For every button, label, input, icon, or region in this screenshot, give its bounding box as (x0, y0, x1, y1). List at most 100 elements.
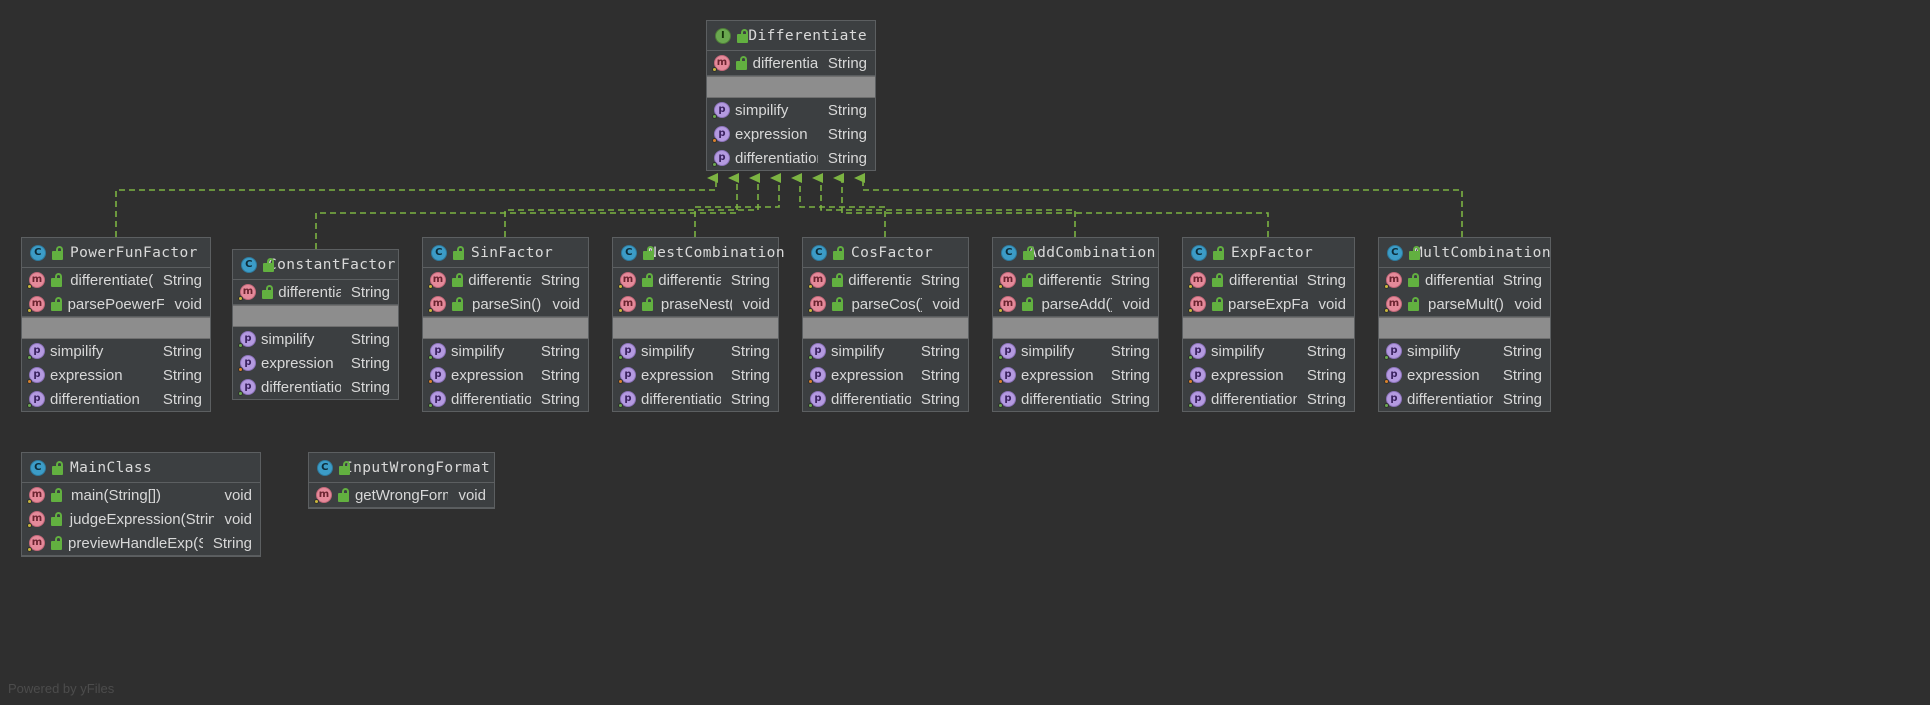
visibility-dot (618, 355, 623, 360)
node-title-mainclass[interactable]: C MainClass (22, 453, 260, 483)
method-row[interactable]: m previewHandleExp(String) String (22, 531, 260, 555)
field-row[interactable]: p expression String (803, 363, 968, 387)
uml-node-sinfactor[interactable]: C SinFactor m differentiate() String m parseSi… (422, 237, 589, 412)
field-row[interactable]: p expression String (1379, 363, 1550, 387)
method-name: parseExpFactor() (1228, 295, 1309, 313)
method-row[interactable]: m differentiate() String (803, 268, 968, 292)
field-row[interactable]: p differentiation String (1183, 387, 1354, 411)
field-row[interactable]: p simpilify String (423, 339, 588, 363)
visibility-dot (712, 162, 717, 167)
field-row[interactable]: p differentiation String (423, 387, 588, 411)
method-return-type: String (212, 534, 252, 552)
field-name: differentiation (261, 378, 341, 396)
method-name: differentiate() (658, 271, 721, 289)
field-row[interactable]: p differentiation String (1379, 387, 1550, 411)
class-icon: C (1191, 244, 1207, 261)
method-row[interactable]: m differentiate() String (423, 268, 588, 292)
method-return-type: void (224, 510, 252, 528)
field-row[interactable]: p differentiation String (993, 387, 1158, 411)
field-name: expression (451, 366, 524, 384)
method-row[interactable]: m differentiate() String (22, 268, 210, 292)
field-row[interactable]: p expression String (707, 122, 875, 146)
method-row[interactable]: m parseMult() void (1379, 292, 1550, 316)
method-row[interactable]: m differentiate() String (707, 51, 875, 75)
field-row[interactable]: p differentiation String (803, 387, 968, 411)
field-row[interactable]: p simpilify String (1183, 339, 1354, 363)
method-name: parseMult() (1428, 295, 1504, 313)
field-row[interactable]: p simpilify String (803, 339, 968, 363)
node-name-label: NestCombination (648, 244, 785, 261)
uml-node-addcombination[interactable]: C AddCombination m differentiate() String m pa… (992, 237, 1159, 412)
method-row[interactable]: m main(String[]) void (22, 483, 260, 507)
uml-node-expfactor[interactable]: C ExpFactor m differentiate() String m parseEx… (1182, 237, 1355, 412)
method-row[interactable]: m differentiate() String (1183, 268, 1354, 292)
field-icon: p (238, 331, 256, 348)
method-name: parseAdd() (1041, 295, 1113, 313)
method-row[interactable]: m differentiate() String (233, 280, 398, 304)
uml-node-powerfunfactor[interactable]: C PowerFunFactor m differentiate() String m pa… (21, 237, 211, 412)
method-row[interactable]: m differentiate() String (1379, 268, 1550, 292)
node-title-addcombination[interactable]: C AddCombination (993, 238, 1158, 268)
method-row[interactable]: m differentiate() String (613, 268, 778, 292)
visibility-dot (808, 379, 813, 384)
field-row[interactable]: p differentiation String (707, 146, 875, 170)
field-row[interactable]: p expression String (613, 363, 778, 387)
node-title-inputwrongformat[interactable]: C InputWrongFormat (309, 453, 494, 483)
public-lock-icon (1211, 273, 1223, 287)
field-row[interactable]: p differentiation String (613, 387, 778, 411)
node-title-differentiate[interactable]: I Differentiate (707, 21, 875, 51)
class-icon: C (811, 244, 827, 261)
uml-node-nestcombination[interactable]: C NestCombination m differentiate() String m p… (612, 237, 785, 412)
method-row[interactable]: m differentiate() String (993, 268, 1158, 292)
field-row[interactable]: p simpilify String (613, 339, 778, 363)
public-lock-icon (1212, 245, 1225, 260)
field-type: String (827, 149, 867, 167)
uml-node-multcombination[interactable]: C MultCombination m differentiate() String m p… (1378, 237, 1551, 412)
method-row[interactable]: m parseAdd() void (993, 292, 1158, 316)
method-row[interactable]: m getWrongFormat() void (309, 483, 494, 507)
fields-section: p simpilify String p expression String p differ… (707, 98, 875, 170)
watermark: Powered by yFiles (8, 681, 115, 696)
field-row[interactable]: p differentiation String (233, 375, 398, 399)
field-row[interactable]: p simpilify String (1379, 339, 1550, 363)
uml-node-constantfactor[interactable]: CConstantFactormdifferentiate()String psi… (232, 249, 399, 400)
method-row[interactable]: m parseCos() void (803, 292, 968, 316)
node-title-nestcombination[interactable]: C NestCombination (613, 238, 785, 268)
method-row[interactable]: m judgeExpression(String) void (22, 507, 260, 531)
method-name: parsePoewerFunc() (67, 295, 165, 313)
field-type: String (350, 354, 390, 372)
method-row[interactable]: m praseNest() void (613, 292, 778, 316)
uml-node-inputwrongformat[interactable]: C InputWrongFormat m getWrongFormat() void (308, 452, 495, 509)
node-title-sinfactor[interactable]: C SinFactor (423, 238, 588, 268)
method-row[interactable]: m parseSin() void (423, 292, 588, 316)
method-row[interactable]: m parsePoewerFunc() void (22, 292, 210, 316)
node-title-expfactor[interactable]: C ExpFactor (1183, 238, 1354, 268)
field-row[interactable]: p simpilify String (707, 98, 875, 122)
node-title-powerfunfactor[interactable]: C PowerFunFactor (22, 238, 210, 268)
field-row[interactable]: p simpilify String (993, 339, 1158, 363)
method-icon: m (808, 272, 826, 289)
node-title-constantfactor[interactable]: C ConstantFactor (233, 250, 398, 280)
node-title-cosfactor[interactable]: C CosFactor (803, 238, 968, 268)
diagram-canvas[interactable]: IDifferentiatemdifferentiate()Stringpsim… (0, 0, 1930, 705)
field-row[interactable]: p simpilify String (233, 327, 398, 351)
field-row[interactable]: p expression String (22, 363, 210, 387)
field-row[interactable]: p expression String (233, 351, 398, 375)
field-row[interactable]: p expression String (993, 363, 1158, 387)
method-name: differentiate() (752, 54, 818, 72)
field-row[interactable]: p expression String (1183, 363, 1354, 387)
visibility-dot (428, 284, 433, 289)
field-icon: p (998, 367, 1016, 384)
visibility-dot (27, 379, 32, 384)
method-row[interactable]: m parseExpFactor() void (1183, 292, 1354, 316)
uml-node-differentiate[interactable]: IDifferentiatemdifferentiate()String psim… (706, 20, 876, 171)
methods-section: m differentiate() String m praseNest() void (613, 268, 778, 317)
field-row[interactable]: p differentiation String (22, 387, 210, 411)
uml-node-cosfactor[interactable]: C CosFactor m differentiate() String m parseCo… (802, 237, 969, 412)
method-return-type: String (1502, 271, 1542, 289)
field-row[interactable]: p simpilify String (22, 339, 210, 363)
node-name-label: ExpFactor (1231, 244, 1314, 261)
uml-node-mainclass[interactable]: C MainClass m main(String[]) void m judgeExpre… (21, 452, 261, 557)
field-row[interactable]: p expression String (423, 363, 588, 387)
node-title-multcombination[interactable]: C MultCombination (1379, 238, 1551, 268)
